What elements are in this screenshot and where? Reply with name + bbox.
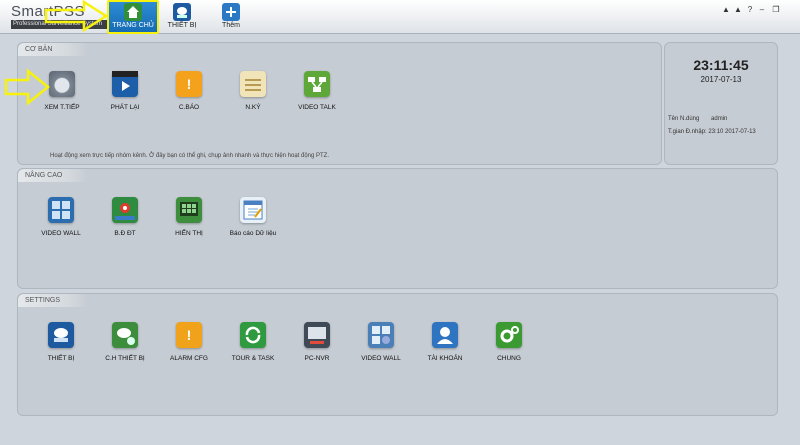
device-config-icon bbox=[112, 322, 138, 348]
item-label: PHÁT LẠI bbox=[110, 104, 140, 111]
video-wall-button[interactable]: VIDEO WALL bbox=[29, 197, 93, 237]
live-view-icon bbox=[49, 71, 75, 97]
pointer-arrow-left bbox=[4, 68, 51, 106]
video-wall-settings-button[interactable]: VIDEO WALL bbox=[349, 322, 413, 362]
basic-description: Hoạt động xem trực tiếp nhóm kênh. Ở đây… bbox=[50, 153, 330, 159]
panel-title: NÂNG CAO bbox=[18, 169, 88, 182]
pc-nvr-icon bbox=[304, 322, 330, 348]
user-icon[interactable]: ▲ bbox=[721, 5, 731, 14]
clock-date: 2017-07-13 bbox=[700, 75, 742, 84]
video-talk-icon bbox=[304, 71, 330, 97]
display-icon bbox=[176, 197, 202, 223]
alarm-config-button[interactable]: ! ALARM CFG bbox=[157, 322, 221, 362]
clock-time: 23:11:45 bbox=[693, 57, 749, 73]
tab-label: THIẾT BỊ bbox=[167, 22, 197, 29]
item-label: C.H THIẾT BỊ bbox=[105, 355, 145, 362]
tour-task-icon bbox=[240, 322, 266, 348]
device-icon bbox=[173, 3, 191, 21]
video-wall-icon bbox=[48, 197, 74, 223]
advanced-panel: NÂNG CAO VIDEO WALL B.Đ ĐT HIỂN THỊ Báo … bbox=[17, 168, 778, 289]
tab-label: Thêm bbox=[222, 22, 240, 29]
general-button[interactable]: CHUNG bbox=[477, 322, 541, 362]
item-label: VIDEO WALL bbox=[361, 355, 401, 362]
data-report-button[interactable]: Báo cáo Dữ liệu bbox=[221, 197, 285, 237]
user-info: Tên N.dùng admin bbox=[668, 116, 727, 122]
restore-icon[interactable]: ❐ bbox=[771, 5, 781, 14]
alarm-config-icon: ! bbox=[176, 322, 202, 348]
pointer-arrow-top bbox=[44, 0, 109, 32]
alarm-button[interactable]: ! C.BÁO bbox=[157, 71, 221, 111]
minimize-icon[interactable]: – bbox=[757, 5, 767, 14]
general-icon bbox=[496, 322, 522, 348]
playback-icon bbox=[112, 71, 138, 97]
item-label: VIDEO TALK bbox=[298, 104, 336, 111]
user-value: admin bbox=[711, 116, 728, 122]
tour-task-button[interactable]: TOUR & TASK bbox=[221, 322, 285, 362]
item-label: B.Đ ĐT bbox=[114, 230, 136, 237]
item-label: TOUR & TASK bbox=[231, 355, 275, 362]
item-label: PC-NVR bbox=[304, 355, 330, 362]
data-report-icon bbox=[240, 197, 266, 223]
login-label: T.gian Đ.nhập: bbox=[668, 129, 707, 135]
tab-devices[interactable]: THIẾT BỊ bbox=[158, 0, 206, 33]
help-icon[interactable]: ? bbox=[745, 5, 755, 14]
panel-title: CƠ BẢN bbox=[18, 43, 88, 56]
item-label: Báo cáo Dữ liệu bbox=[229, 230, 277, 237]
account-button[interactable]: TÀI KHOẢN bbox=[413, 322, 477, 362]
login-info: T.gian Đ.nhập: 23:10 2017-07-13 bbox=[668, 129, 756, 135]
item-label: ALARM CFG bbox=[170, 355, 208, 362]
video-talk-button[interactable]: VIDEO TALK bbox=[285, 71, 349, 111]
log-button[interactable]: N.KÝ bbox=[221, 71, 285, 111]
clock-panel: 23:11:45 2017-07-13 Tên N.dùng admin T.g… bbox=[664, 42, 778, 165]
pc-nvr-button[interactable]: PC-NVR bbox=[285, 322, 349, 362]
settings-panel: SETTINGS THIẾT BỊ C.H THIẾT BỊ ! ALARM C… bbox=[17, 293, 778, 416]
item-label: CHUNG bbox=[497, 355, 521, 362]
item-label: HIỂN THỊ bbox=[175, 230, 203, 237]
display-button[interactable]: HIỂN THỊ bbox=[157, 197, 221, 237]
item-label: N.KÝ bbox=[245, 104, 261, 111]
device-settings-button[interactable]: THIẾT BỊ bbox=[29, 322, 93, 362]
basic-panel: CƠ BẢN XEM T.TIẾP PHÁT LẠI ! C.BÁO N.KÝ … bbox=[17, 42, 662, 165]
video-wall-settings-icon bbox=[368, 322, 394, 348]
tab-add[interactable]: Thêm bbox=[207, 0, 255, 33]
alarm-icon: ! bbox=[176, 71, 202, 97]
item-label: THIẾT BỊ bbox=[47, 355, 75, 362]
device-settings-icon bbox=[48, 322, 74, 348]
item-label: TÀI KHOẢN bbox=[427, 355, 463, 362]
device-config-button[interactable]: C.H THIẾT BỊ bbox=[93, 322, 157, 362]
playback-button[interactable]: PHÁT LẠI bbox=[93, 71, 157, 111]
emap-icon bbox=[112, 197, 138, 223]
item-label: VIDEO WALL bbox=[41, 230, 81, 237]
lock-icon[interactable]: ▲ bbox=[733, 5, 743, 14]
user-label: Tên N.dùng bbox=[668, 116, 700, 122]
home-highlight bbox=[107, 0, 159, 34]
panel-title: SETTINGS bbox=[18, 294, 88, 307]
login-value: 23:10 2017-07-13 bbox=[708, 129, 756, 135]
log-icon bbox=[240, 71, 266, 97]
emap-button[interactable]: B.Đ ĐT bbox=[93, 197, 157, 237]
item-label: C.BÁO bbox=[178, 104, 200, 111]
account-icon bbox=[432, 322, 458, 348]
add-icon bbox=[222, 3, 240, 21]
